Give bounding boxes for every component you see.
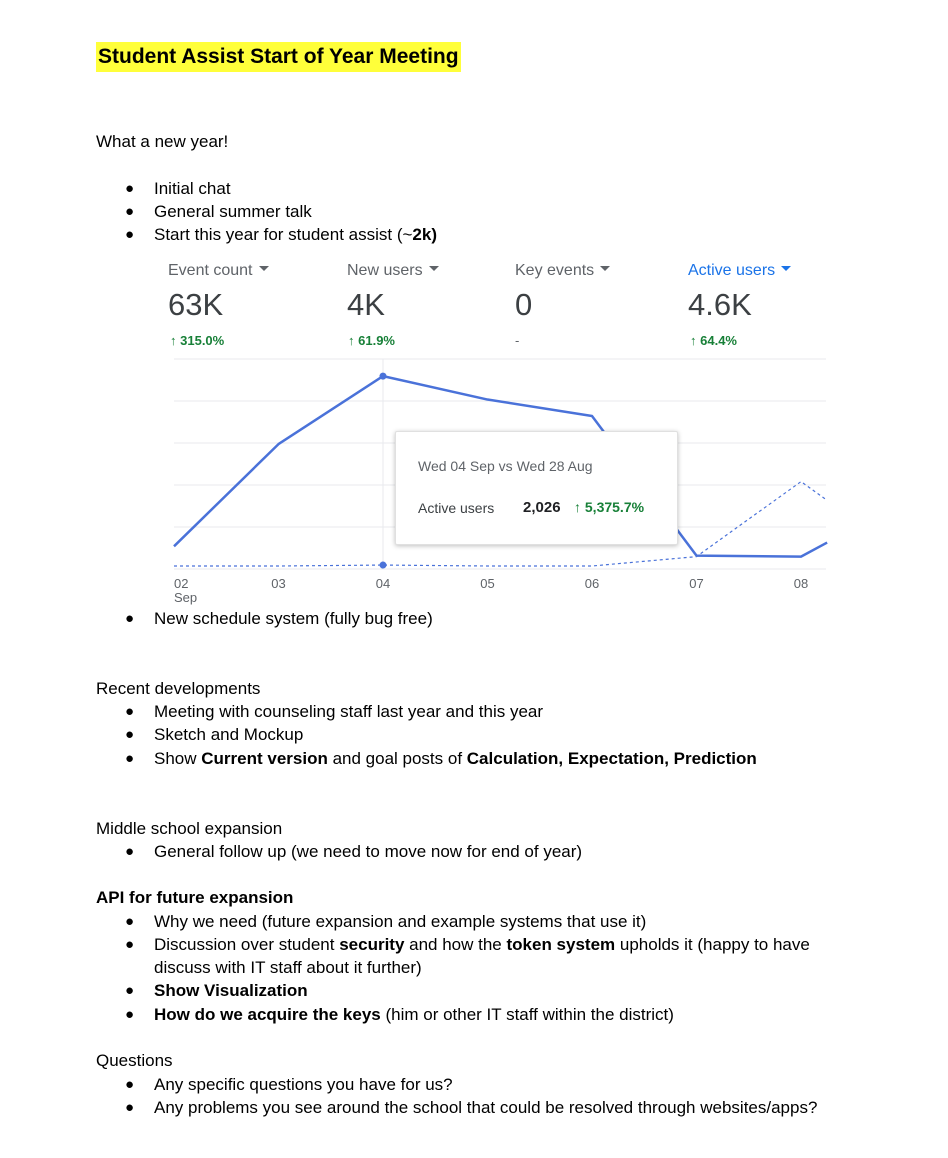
bullet-icon: ●	[125, 703, 135, 720]
x-tick-label: 06	[585, 576, 599, 591]
list-item-bold: Calculation, Expectation, Prediction	[466, 749, 757, 768]
list-item-text: Why we need (future expansion and exampl…	[154, 912, 647, 931]
list-item: ● Discussion over student security and h…	[125, 934, 810, 956]
bullet-icon: ●	[125, 1099, 135, 1116]
bullet-icon: ●	[125, 843, 135, 860]
section-heading: Recent developments	[96, 679, 261, 698]
highlight-point	[379, 561, 387, 569]
list-item-bold: Current version	[201, 749, 328, 768]
list-item-bold: token system	[506, 935, 616, 954]
x-tick-label: 02	[174, 576, 188, 591]
list-item-text: (him or other IT staff within the distri…	[380, 1005, 674, 1024]
list-item: ● Meeting with counseling staff last yea…	[125, 701, 544, 723]
arrow-up-icon: ↑	[574, 499, 581, 515]
list-item-text: upholds it (happy to have	[615, 935, 810, 954]
list-item-text: Sketch and Mockup	[154, 725, 304, 744]
list-item-bold: Show Visualization	[154, 981, 308, 1000]
x-tick-label: 07	[689, 576, 703, 591]
bullet-icon: ●	[125, 936, 135, 953]
list-item: ● General follow up (we need to move now…	[125, 841, 583, 863]
tooltip-date: Wed 04 Sep vs Wed 28 Aug	[418, 458, 593, 474]
list-item-bold: How do we acquire the keys	[154, 1005, 381, 1024]
bullet-icon: ●	[125, 982, 135, 999]
list-item-text: Discussion over student	[154, 935, 340, 954]
list-item: ● New schedule system (fully bug free)	[125, 608, 433, 630]
tooltip-change: ↑ 5,375.7%	[574, 499, 644, 515]
section-heading: Middle school expansion	[96, 819, 283, 838]
bullet-icon: ●	[125, 1006, 135, 1023]
list-item: ● Sketch and Mockup	[125, 724, 304, 746]
tooltip-change-value: 5,375.7%	[584, 499, 645, 515]
section-heading: Questions	[96, 1051, 173, 1070]
list-item: ● Why we need (future expansion and exam…	[125, 911, 647, 933]
tooltip-value: 2,026	[523, 499, 561, 516]
list-item-text: Any specific questions you have for us?	[154, 1075, 453, 1094]
list-item-text: Meeting with counseling staff last year …	[154, 702, 544, 721]
list-item: ● Any specific questions you have for us…	[125, 1074, 453, 1096]
bullet-icon: ●	[125, 913, 135, 930]
bullet-icon: ●	[125, 610, 135, 627]
list-item: ● Show Current version and goal posts of…	[125, 748, 757, 770]
list-item-bold: security	[339, 935, 405, 954]
x-tick-label: 08	[794, 576, 808, 591]
x-tick-month-label: Sep	[174, 590, 197, 605]
tooltip-metric: Active users	[418, 500, 495, 516]
bullet-icon: ●	[125, 1076, 135, 1093]
list-item: ● How do we acquire the keys (him or oth…	[125, 1004, 674, 1026]
list-item-continuation: discuss with IT staff about it further)	[154, 958, 422, 977]
highlight-point	[379, 372, 387, 380]
list-item-text: and how the	[404, 935, 507, 954]
list-item: ● Show Visualization	[125, 980, 308, 1002]
chart-tooltip: Wed 04 Sep vs Wed 28 Aug Active users 2,…	[395, 431, 678, 545]
x-tick-label: 05	[480, 576, 494, 591]
bullet-icon: ●	[125, 750, 135, 767]
list-item-text: General follow up (we need to move now f…	[154, 842, 583, 861]
section-heading: API for future expansion	[96, 888, 294, 907]
x-tick-label: 03	[271, 576, 285, 591]
list-item-text: Show	[154, 749, 202, 768]
list-item-text: New schedule system (fully bug free)	[154, 609, 433, 628]
x-tick-label: 04	[376, 576, 390, 591]
list-item: ● Any problems you see around the school…	[125, 1097, 818, 1119]
list-item-text: Any problems you see around the school t…	[154, 1098, 818, 1117]
list-item-text: and goal posts of	[327, 749, 467, 768]
bullet-icon: ●	[125, 726, 135, 743]
